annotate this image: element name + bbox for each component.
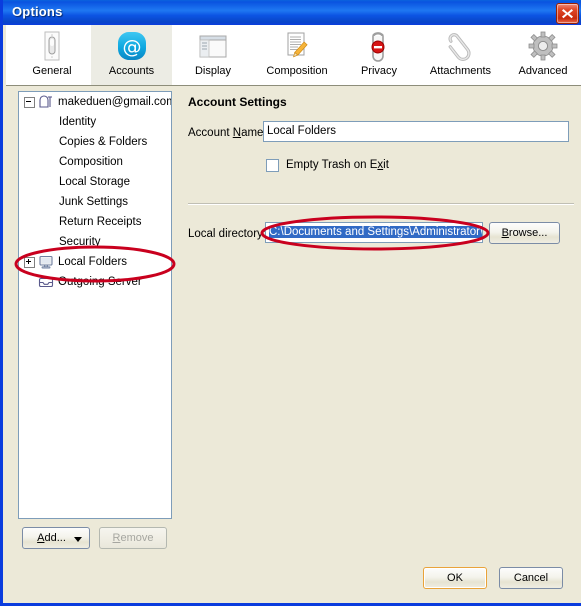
empty-trash-label[interactable]: Empty Trash on Exit [286,159,389,171]
tree-item-account[interactable]: makeduen@gmail.com [19,92,171,112]
tree-item-junk-settings[interactable]: Junk Settings [19,192,171,212]
account-tree[interactable]: makeduen@gmail.com Identity Copies & Fol… [18,91,172,519]
tree-item-label: Composition [59,156,123,168]
close-icon [562,9,573,19]
chevron-down-icon [74,537,82,542]
local-directory-label: Local directory: [188,228,266,240]
gear-icon [527,30,559,62]
local-directory-input[interactable]: C:\Documents and Settings\Administrator\… [265,222,483,243]
paperclip-icon [445,30,477,62]
window-layout-icon [197,30,229,62]
add-account-button[interactable]: Add... [22,527,90,549]
window-title: Options [12,4,63,19]
mailbox-icon [38,95,54,109]
options-content-area: makeduen@gmail.com Identity Copies & Fol… [6,86,581,603]
at-sign-icon: @ [116,30,148,62]
title-bar: Options [3,0,581,25]
tree-item-local-folders[interactable]: Local Folders [19,252,171,272]
remove-account-label: Remove [112,532,154,544]
tree-item-outgoing-server[interactable]: Outgoing Server [19,272,171,292]
tree-item-label: Junk Settings [59,196,129,208]
account-name-label: Account Name: [188,127,267,139]
cancel-label: Cancel [513,572,549,584]
tree-item-label: Return Receipts [59,216,142,228]
options-dialog-window: Options General @ Accounts Display Compo… [0,0,581,606]
local-directory-value: C:\Documents and Settings\Administrator\… [269,226,482,238]
tab-general-label: General [32,65,72,77]
tab-attachments[interactable]: Attachments [416,25,505,85]
empty-trash-checkbox[interactable] [266,159,279,172]
tree-item-label: Local Storage [59,176,130,188]
options-tab-strip: General @ Accounts Display Composition P… [6,25,581,86]
tree-item-return-receipts[interactable]: Return Receipts [19,212,171,232]
browse-button[interactable]: Browse... [489,222,560,244]
tree-item-label: makeduen@gmail.com [58,96,172,108]
tree-item-identity[interactable]: Identity [19,112,171,132]
tab-attachments-label: Attachments [429,65,492,77]
tree-item-label: Identity [59,116,97,128]
ok-button[interactable]: OK [423,567,487,589]
pane-title: Account Settings [188,95,287,109]
outbox-tray-icon [38,275,54,289]
expand-expander-icon[interactable] [24,256,35,268]
tab-accounts-label: Accounts [108,65,155,77]
tab-composition[interactable]: Composition [252,25,342,85]
svg-text:@: @ [122,36,141,58]
tree-item-local-storage[interactable]: Local Storage [19,172,171,192]
cancel-button[interactable]: Cancel [499,567,563,589]
tree-item-composition[interactable]: Composition [19,152,171,172]
tab-advanced[interactable]: Advanced [505,25,581,85]
tree-item-label: Local Folders [58,256,128,268]
tree-item-label: Outgoing Server [58,276,142,288]
tree-item-label: Security [59,236,101,248]
door-hanger-no-entry-icon [363,30,395,62]
tree-item-copies-folders[interactable]: Copies & Folders [19,132,171,152]
tab-general[interactable]: General [13,25,91,85]
remove-account-button[interactable]: Remove [99,527,167,549]
collapse-expander-icon[interactable] [24,96,35,108]
browse-label: Browse... [501,227,548,239]
tab-privacy-label: Privacy [360,65,398,77]
tree-item-label: Copies & Folders [59,136,148,148]
document-pencil-icon [281,30,313,62]
computer-icon [38,255,54,269]
add-account-label: Add... [37,532,66,544]
tab-privacy[interactable]: Privacy [342,25,416,85]
tab-composition-label: Composition [266,65,328,77]
tab-display[interactable]: Display [174,25,252,85]
close-button[interactable] [556,3,579,24]
account-name-input[interactable]: Local Folders [263,121,569,142]
section-divider [188,203,574,205]
tab-advanced-label: Advanced [518,65,568,77]
light-switch-icon [36,30,68,62]
tree-item-security[interactable]: Security [19,232,171,252]
account-name-value: Local Folders [267,125,337,137]
ok-label: OK [447,572,463,584]
tab-display-label: Display [194,65,232,77]
tab-accounts[interactable]: @ Accounts [91,25,172,85]
